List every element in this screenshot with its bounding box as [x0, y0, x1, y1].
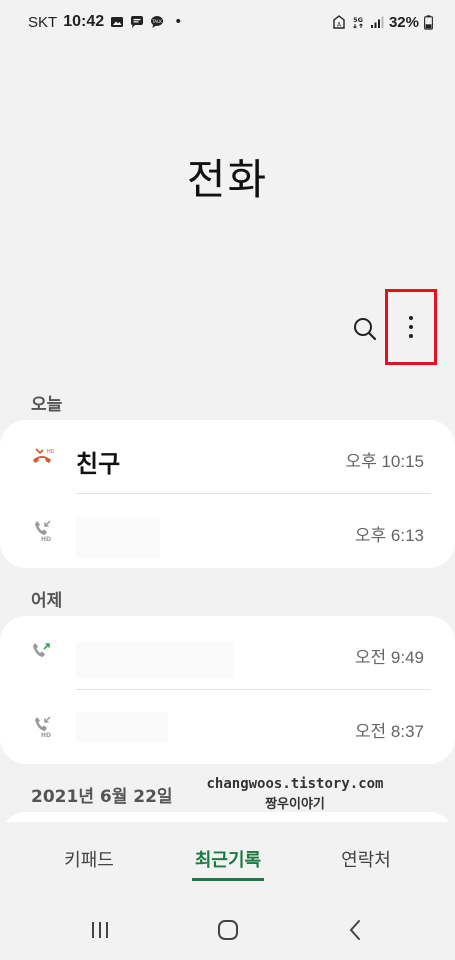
signal-icon [370, 16, 384, 28]
section-header-date: 2021년 6월 22일 [31, 787, 173, 807]
call-time: 오후 6:13 [354, 526, 424, 545]
battery-percent: 32% [388, 13, 419, 31]
svg-text:HD: HD [41, 536, 51, 542]
back-icon[interactable] [344, 918, 368, 942]
call-log-card-yesterday: 오전 9:49 HD 오전 8:37 [0, 616, 455, 764]
svg-text:HD: HD [47, 449, 54, 455]
active-tab-indicator [192, 878, 264, 881]
clock: 10:42 [63, 13, 105, 30]
call-log-row[interactable]: 오전 9:49 [0, 616, 455, 691]
status-bar: SKT 10:42 TALK • A 5G 32% [0, 0, 455, 44]
section-header-today: 오늘 [31, 395, 63, 415]
5g-icon: 5G [353, 16, 363, 29]
missed-call-icon: HD [33, 448, 54, 463]
more-options-icon-dot [409, 334, 413, 338]
watermark-name: 짱우이야기 [265, 797, 325, 812]
home-icon[interactable] [216, 918, 240, 942]
notification-dot: • [174, 14, 183, 30]
tab-contacts[interactable]: 연락처 [341, 846, 391, 872]
hidden-caller-name [76, 642, 234, 678]
svg-text:5G: 5G [353, 16, 363, 24]
call-log-row[interactable]: HD 친구 오후 10:15 [0, 420, 455, 495]
call-time: 오후 10:15 [345, 452, 424, 471]
search-icon[interactable] [348, 312, 382, 346]
tab-recents[interactable]: 최근기록 [195, 846, 261, 872]
section-header-yesterday: 어제 [31, 591, 63, 611]
watermark-url: changwoos.tistory.com [206, 776, 384, 792]
more-options-icon [409, 316, 413, 320]
hidden-caller-name [76, 712, 168, 742]
alarm-icon: A [333, 15, 345, 29]
svg-text:HD: HD [41, 732, 51, 738]
more-options-icon-dot [409, 325, 413, 329]
carrier-label: SKT [28, 13, 58, 31]
hidden-caller-name [76, 518, 160, 558]
watermark: changwoos.tistory.com 짱우이야기 [200, 776, 390, 812]
system-nav-bar [0, 900, 455, 960]
call-log-row[interactable]: HD 오전 8:37 [0, 690, 455, 765]
svg-text:TALK: TALK [151, 19, 162, 24]
outgoing-call-icon [33, 643, 50, 657]
battery-icon [424, 14, 433, 30]
toolbar [0, 289, 455, 365]
incoming-hd-call-icon: HD [35, 716, 51, 738]
recent-apps-icon[interactable] [88, 918, 112, 942]
call-time: 오전 8:37 [354, 722, 424, 741]
incoming-hd-call-icon: HD [35, 520, 51, 542]
page-title: 전화 [186, 155, 269, 204]
caller-name: 친구 [76, 450, 121, 478]
call-time: 오전 9:49 [354, 648, 424, 667]
more-options-button[interactable] [385, 289, 437, 365]
message-icon [131, 16, 144, 28]
tab-keypad[interactable]: 키패드 [64, 846, 114, 872]
gallery-icon [111, 17, 124, 27]
call-log-card-today: HD 친구 오후 10:15 HD 오후 6:13 [0, 420, 455, 568]
talk-icon: TALK [151, 16, 164, 28]
call-log-row[interactable]: HD 오후 6:13 [0, 494, 455, 569]
bottom-tab-bar: 키패드 최근기록 연락처 [0, 838, 455, 888]
